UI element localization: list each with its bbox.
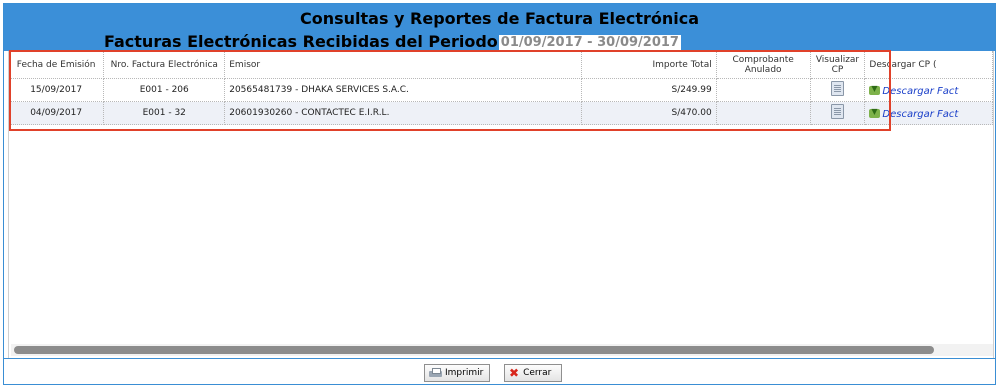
- cell-visualizar: [810, 101, 866, 125]
- printer-icon: [429, 368, 442, 378]
- scrollbar-thumb[interactable]: [14, 346, 934, 354]
- footer-toolbar: Imprimir ✖ Cerrar: [4, 358, 995, 385]
- cell-nro-factura: E001 - 206: [103, 78, 226, 102]
- cell-descargar: Descargar Fact: [864, 101, 993, 125]
- column-header-anulado[interactable]: Comprobante Anulado: [716, 51, 811, 79]
- period-range: 01/09/2017 - 30/09/2017: [498, 35, 681, 50]
- page-subtitle: Facturas Electrónicas Recibidas del Peri…: [104, 32, 498, 51]
- column-header-importe[interactable]: Importe Total: [581, 51, 717, 79]
- download-invoice-link[interactable]: Descargar Fact: [882, 109, 958, 120]
- table-header-row: Fecha de Emisión Nro. Factura Electrónic…: [9, 51, 993, 79]
- cell-anulado: [716, 101, 811, 125]
- print-button-label: Imprimir: [445, 368, 484, 378]
- cell-fecha: 15/09/2017: [9, 78, 105, 102]
- table-row[interactable]: 15/09/2017 E001 - 206 20565481739 - DHAK…: [9, 78, 993, 102]
- cell-descargar: Descargar Fact: [864, 78, 993, 102]
- table-row[interactable]: 04/09/2017 E001 - 32 20601930260 - CONTA…: [9, 101, 993, 125]
- column-header-emisor[interactable]: Emisor: [224, 51, 582, 79]
- page-title: Consultas y Reportes de Factura Electrón…: [299, 9, 700, 28]
- column-header-descargar[interactable]: Descargar CP (: [864, 51, 993, 79]
- close-icon: ✖: [509, 366, 520, 380]
- download-invoice-link[interactable]: Descargar Fact: [882, 86, 958, 97]
- column-header-nro-factura[interactable]: Nro. Factura Electrónica: [103, 51, 226, 79]
- print-button[interactable]: Imprimir: [424, 364, 490, 382]
- close-button-label: Cerrar: [523, 368, 552, 378]
- cell-emisor: 20565481739 - DHAKA SERVICES S.A.C.: [224, 78, 582, 102]
- document-icon[interactable]: [830, 81, 844, 96]
- download-icon[interactable]: [869, 84, 881, 96]
- subtitle-row: Facturas Electrónicas Recibidas del Peri…: [104, 32, 681, 51]
- invoice-table: Fecha de Emisión Nro. Factura Electrónic…: [9, 51, 993, 125]
- cell-anulado: [716, 78, 811, 102]
- cell-fecha: 04/09/2017: [9, 101, 105, 125]
- document-icon[interactable]: [830, 104, 844, 119]
- horizontal-scrollbar[interactable]: [11, 344, 993, 356]
- report-window: Consultas y Reportes de Factura Electrón…: [3, 3, 996, 385]
- column-header-visualizar[interactable]: Visualizar CP: [810, 51, 866, 79]
- close-button[interactable]: ✖ Cerrar: [504, 364, 562, 382]
- cell-visualizar: [810, 78, 866, 102]
- cell-importe: S/470.00: [581, 101, 717, 125]
- invoice-grid: Fecha de Emisión Nro. Factura Electrónic…: [8, 51, 994, 358]
- title-bar: Consultas y Reportes de Factura Electrón…: [4, 4, 995, 51]
- cell-importe: S/249.99: [581, 78, 717, 102]
- cell-nro-factura: E001 - 32: [103, 101, 226, 125]
- column-header-fecha[interactable]: Fecha de Emisión: [9, 51, 105, 79]
- download-icon[interactable]: [869, 107, 881, 119]
- cell-emisor: 20601930260 - CONTACTEC E.I.R.L.: [224, 101, 582, 125]
